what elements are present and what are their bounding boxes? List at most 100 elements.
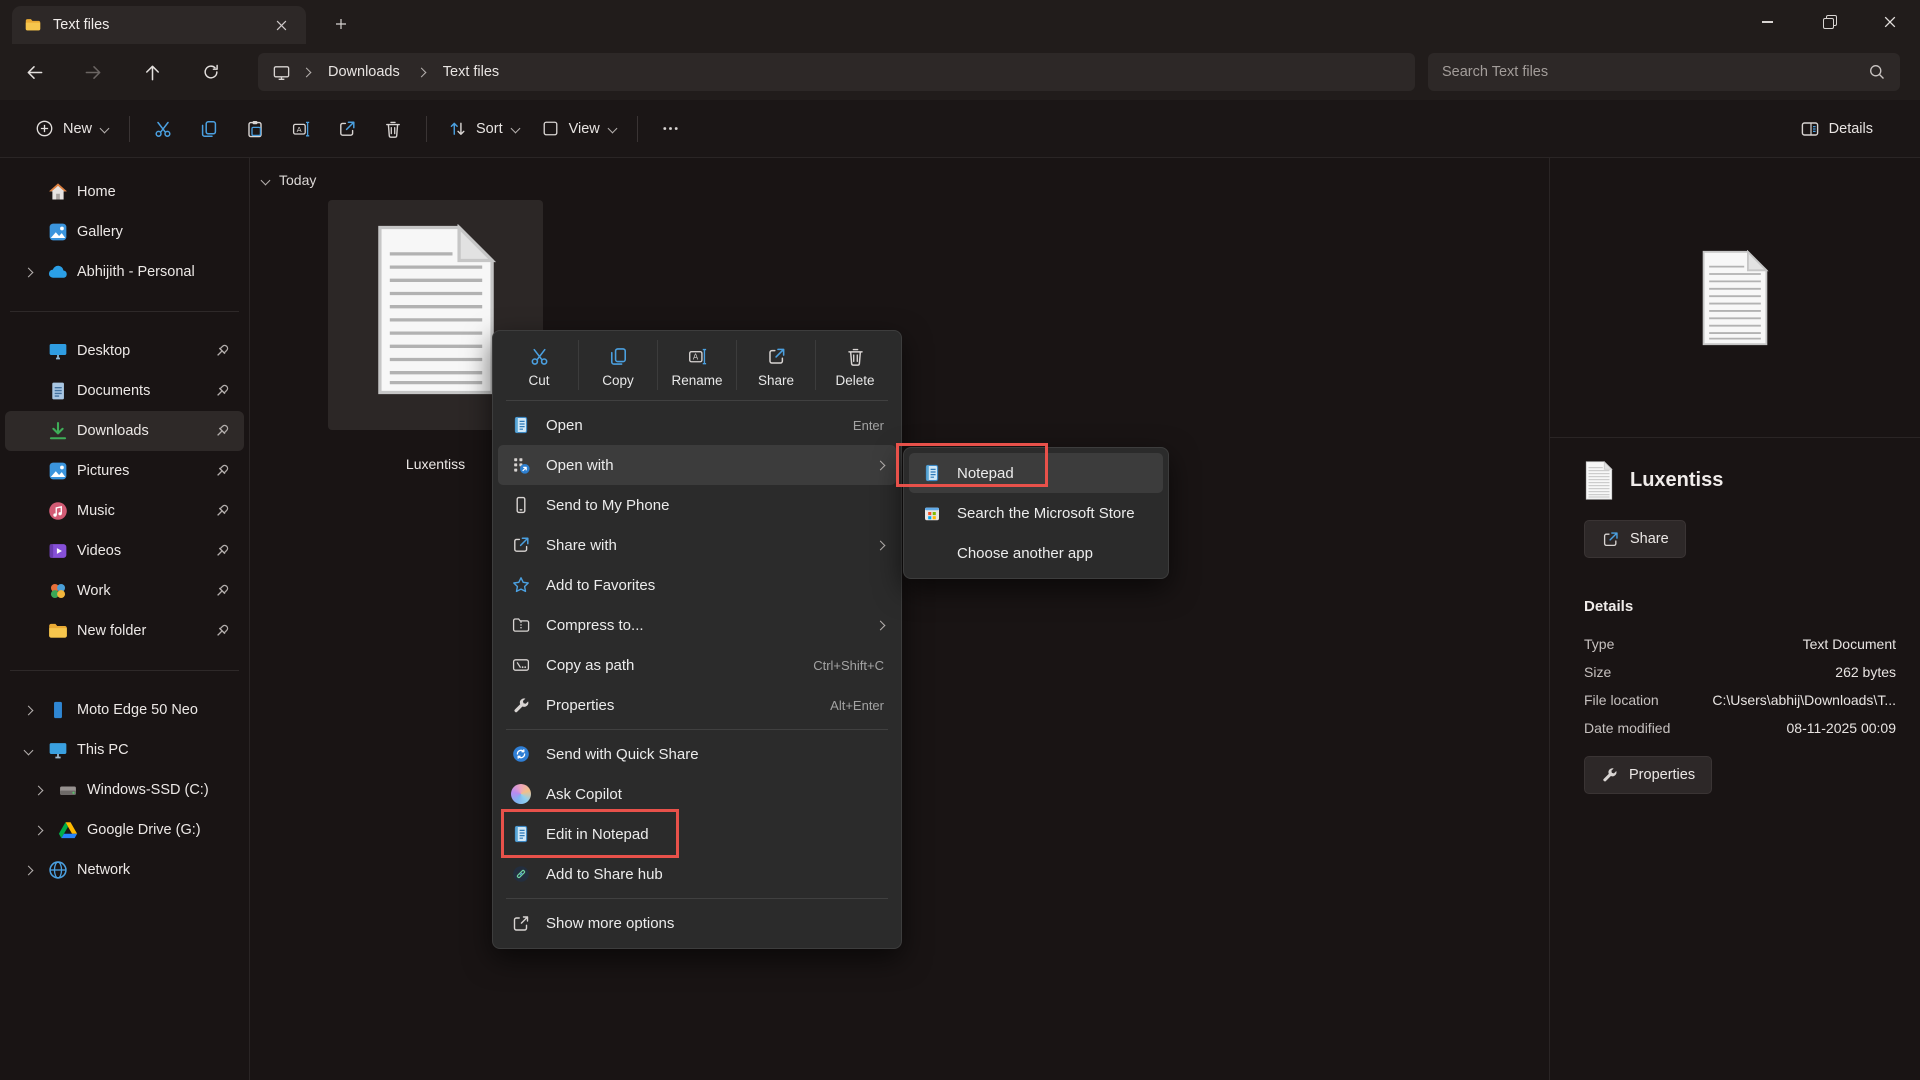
- sort-icon: [448, 119, 467, 138]
- menu-item-add-to-share-hub[interactable]: Add to Share hub: [498, 854, 896, 894]
- detail-row-file-location: File location C:\Users\abhij\Downloads\T…: [1584, 686, 1896, 714]
- chevron-right-icon[interactable]: [21, 867, 35, 874]
- submenu-item-search-microsoft-store[interactable]: Search the Microsoft Store: [909, 493, 1163, 533]
- menu-item-add-to-favorites[interactable]: Add to Favorites: [498, 565, 896, 605]
- chevron-right-icon[interactable]: [31, 787, 45, 794]
- chevron-right-icon[interactable]: [31, 827, 45, 834]
- share-quick-action[interactable]: Share: [736, 340, 815, 390]
- menu-item-send-to-my-phone[interactable]: Send to My Phone: [498, 485, 896, 525]
- close-button[interactable]: [1859, 0, 1920, 44]
- open-with-icon: [510, 454, 532, 476]
- menu-item-share-with[interactable]: Share with: [498, 525, 896, 565]
- menu-item-label: Share with: [546, 537, 865, 554]
- details-pane-button[interactable]: Details: [1789, 110, 1884, 148]
- menu-item-ask-copilot[interactable]: Ask Copilot: [498, 774, 896, 814]
- search-box[interactable]: [1428, 53, 1900, 91]
- breadcrumb-downloads[interactable]: Downloads: [322, 61, 406, 83]
- menu-item-send-with-quick-share[interactable]: Send with Quick Share: [498, 734, 896, 774]
- details-share-button[interactable]: Share: [1584, 520, 1686, 558]
- menu-item-properties[interactable]: Properties Alt+Enter: [498, 685, 896, 725]
- paste-button[interactable]: [232, 110, 278, 148]
- submenu-item-choose-another-app[interactable]: Choose another app: [909, 533, 1163, 573]
- chevron-right-icon[interactable]: [21, 707, 35, 714]
- search-icon[interactable]: [1868, 63, 1886, 81]
- menu-item-show-more-options[interactable]: Show more options: [498, 903, 896, 943]
- quick-share-icon: [510, 743, 532, 765]
- new-tab-button[interactable]: [326, 9, 356, 39]
- file-preview: [1550, 158, 1920, 437]
- sidebar-item-pictures[interactable]: Pictures: [5, 451, 244, 491]
- new-label: New: [63, 121, 92, 137]
- minimize-button[interactable]: [1737, 0, 1798, 44]
- breadcrumb[interactable]: Downloads Text files: [258, 53, 1415, 91]
- pin-icon: [212, 581, 232, 601]
- cut-quick-action[interactable]: Cut: [500, 340, 578, 390]
- sidebar-item-label: Documents: [77, 383, 210, 399]
- tab-close-icon[interactable]: [268, 12, 294, 38]
- rename-quick-action[interactable]: Rename: [657, 340, 736, 390]
- view-button[interactable]: View: [530, 110, 627, 148]
- minimize-icon: [1762, 21, 1773, 22]
- menu-item-label: Open: [546, 417, 841, 434]
- copy-quick-action[interactable]: Copy: [578, 340, 657, 390]
- menu-item-label: Notepad: [957, 465, 1151, 482]
- menu-item-edit-in-notepad[interactable]: Edit in Notepad: [498, 814, 896, 854]
- chevron-right-icon[interactable]: [21, 269, 35, 276]
- sidebar-item-desktop[interactable]: Desktop: [5, 331, 244, 371]
- share-button[interactable]: [324, 110, 370, 148]
- menu-item-compress-to[interactable]: Compress to...: [498, 605, 896, 645]
- details-label: Details: [1829, 121, 1873, 137]
- sidebar-item-music[interactable]: Music: [5, 491, 244, 531]
- home-icon: [47, 181, 69, 203]
- sidebar-item-label: Work: [77, 583, 210, 599]
- menu-item-open[interactable]: Open Enter: [498, 405, 896, 445]
- sidebar-item-windows-ssd[interactable]: Windows-SSD (C:): [5, 770, 244, 810]
- sidebar-item-new-folder[interactable]: New folder: [5, 611, 244, 651]
- maximize-button[interactable]: [1798, 0, 1859, 44]
- explorer-tab[interactable]: Text files: [12, 6, 306, 44]
- rename-button[interactable]: [278, 110, 324, 148]
- sidebar-item-moto-edge[interactable]: Moto Edge 50 Neo: [5, 690, 244, 730]
- sidebar-item-this-pc[interactable]: This PC: [5, 730, 244, 770]
- details-properties-button[interactable]: Properties: [1584, 756, 1712, 794]
- chevron-down-icon[interactable]: [21, 747, 35, 754]
- menu-item-label: Open with: [546, 457, 865, 474]
- sidebar-item-gallery[interactable]: Gallery: [5, 212, 244, 252]
- cut-button[interactable]: [140, 110, 186, 148]
- menu-item-label: Properties: [546, 697, 818, 714]
- submenu-chevron-icon: [876, 460, 886, 470]
- up-button[interactable]: [132, 52, 172, 92]
- sidebar-item-videos[interactable]: Videos: [5, 531, 244, 571]
- sort-button[interactable]: Sort: [437, 110, 530, 148]
- see-more-button[interactable]: [648, 110, 694, 148]
- sidebar-item-google-drive[interactable]: Google Drive (G:): [5, 810, 244, 850]
- sidebar-item-home[interactable]: Home: [5, 172, 244, 212]
- submenu-item-notepad[interactable]: Notepad: [909, 453, 1163, 493]
- menu-item-copy-as-path[interactable]: Copy as path Ctrl+Shift+C: [498, 645, 896, 685]
- delete-quick-action[interactable]: Delete: [815, 340, 894, 390]
- copy-button[interactable]: [186, 110, 232, 148]
- sidebar-item-network[interactable]: Network: [5, 850, 244, 890]
- sidebar-item-onedrive[interactable]: Abhijith - Personal: [5, 252, 244, 292]
- back-button[interactable]: [14, 52, 54, 92]
- sidebar-item-label: Pictures: [77, 463, 210, 479]
- chevron-right-icon[interactable]: [416, 67, 426, 77]
- sidebar-item-downloads[interactable]: Downloads: [5, 411, 244, 451]
- zip-folder-icon: [510, 614, 532, 636]
- view-label: View: [569, 121, 600, 137]
- menu-item-open-with[interactable]: Open with: [498, 445, 896, 485]
- refresh-button[interactable]: [191, 52, 231, 92]
- this-pc-icon[interactable]: [272, 63, 291, 82]
- chevron-right-icon[interactable]: [302, 67, 312, 77]
- delete-button[interactable]: [370, 110, 416, 148]
- breadcrumb-text-files[interactable]: Text files: [437, 61, 505, 83]
- search-input[interactable]: [1442, 64, 1868, 80]
- forward-button[interactable]: [73, 52, 113, 92]
- onedrive-icon: [47, 261, 69, 283]
- sidebar-item-documents[interactable]: Documents: [5, 371, 244, 411]
- new-icon: [35, 119, 54, 138]
- sidebar-item-work[interactable]: Work: [5, 571, 244, 611]
- group-header-today[interactable]: Today: [262, 172, 316, 188]
- new-button[interactable]: New: [24, 110, 119, 148]
- text-document-icon: [1584, 461, 1614, 500]
